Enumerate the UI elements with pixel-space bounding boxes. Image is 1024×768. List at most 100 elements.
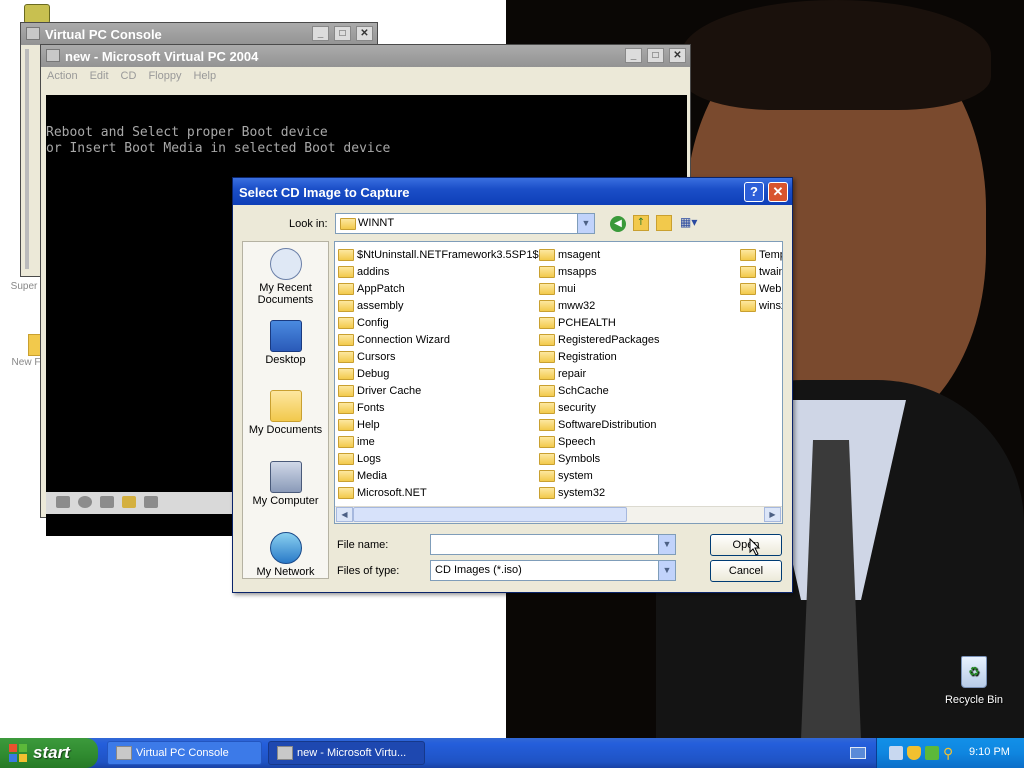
minimize-button[interactable]: _	[625, 48, 642, 63]
folder-item[interactable]: assembly	[338, 297, 539, 314]
folder-item[interactable]: PCHEALTH	[539, 314, 660, 331]
chevron-down-icon[interactable]: ▼	[658, 561, 675, 580]
folder-item[interactable]: Temp	[740, 246, 782, 263]
folder-item[interactable]: Debug	[338, 365, 539, 382]
folder-item[interactable]: Cursors	[338, 348, 539, 365]
folder-name: mui	[558, 282, 576, 295]
cancel-button[interactable]: Cancel	[710, 560, 782, 582]
folder-item[interactable]: Config	[338, 314, 539, 331]
folder-item[interactable]: AppPatch	[338, 280, 539, 297]
menu-floppy[interactable]: Floppy	[148, 70, 181, 87]
recycle-bin-label: Recycle Bin	[944, 694, 1004, 706]
folder-name: addins	[357, 265, 390, 278]
taskbar-item-vm-window[interactable]: new - Microsoft Virtu...	[268, 741, 425, 765]
minimize-button[interactable]: _	[312, 26, 329, 41]
recycle-bin[interactable]: ♻ Recycle Bin	[940, 656, 1008, 706]
select-cd-image-dialog[interactable]: Select CD Image to Capture ? ✕ Look in: …	[232, 177, 793, 593]
shared-folder-icon[interactable]	[122, 496, 136, 508]
network-icon[interactable]	[144, 496, 158, 508]
start-button[interactable]: start	[0, 738, 98, 768]
folder-item[interactable]: Connection Wizard	[338, 331, 539, 348]
folder-icon	[338, 401, 354, 414]
folder-icon	[338, 282, 354, 295]
place-my-network[interactable]: My Network	[243, 532, 328, 578]
folder-item[interactable]: system	[539, 467, 660, 484]
look-in-dropdown[interactable]: WINNT ▼	[335, 213, 595, 234]
floppy-icon[interactable]	[100, 496, 114, 508]
new-folder-icon[interactable]	[656, 215, 672, 231]
folder-item[interactable]: security	[539, 399, 660, 416]
help-button[interactable]: ?	[744, 182, 764, 202]
security-shield-icon[interactable]	[907, 746, 921, 760]
place-my-computer[interactable]: My Computer	[243, 461, 328, 507]
file-list[interactable]: $NtUninstall.NETFramework3.5SP1$ addins Ap…	[334, 241, 783, 524]
menu-edit[interactable]: Edit	[90, 70, 109, 87]
folder-item[interactable]: Symbols	[539, 450, 660, 467]
folder-item[interactable]: SoftwareDistribution	[539, 416, 660, 433]
folder-item[interactable]: RegisteredPackages	[539, 331, 660, 348]
folder-icon	[539, 418, 555, 431]
folder-icon	[740, 265, 756, 278]
folder-item[interactable]: msapps	[539, 263, 660, 280]
console-title-bar[interactable]: Virtual PC Console _ □ ✕	[21, 23, 377, 45]
scrollbar-thumb[interactable]	[353, 507, 627, 522]
dialog-title-bar[interactable]: Select CD Image to Capture ? ✕	[233, 178, 792, 205]
folder-item[interactable]: Web	[740, 280, 782, 297]
folder-item[interactable]: $NtUninstall.NETFramework3.5SP1$	[338, 246, 539, 263]
scroll-left-icon[interactable]: ◀	[336, 507, 353, 522]
back-icon[interactable]: ◀	[610, 216, 626, 232]
taskbar-item-virtual-pc-console[interactable]: Virtual PC Console	[107, 741, 262, 765]
place-recent-documents[interactable]: My Recent Documents	[243, 248, 328, 306]
close-button[interactable]: ✕	[356, 26, 373, 41]
menu-action[interactable]: Action	[47, 70, 78, 87]
view-menu-icon[interactable]: ▦▾	[680, 215, 704, 231]
file-name-input[interactable]: ▼	[430, 534, 676, 555]
folder-item[interactable]: Driver Cache	[338, 382, 539, 399]
place-label: My Recent Documents	[257, 282, 314, 306]
horizontal-scrollbar[interactable]: ◀ ▶	[335, 506, 782, 523]
folder-item[interactable]: msagent	[539, 246, 660, 263]
folder-item[interactable]: repair	[539, 365, 660, 382]
vm-title-bar[interactable]: new - Microsoft Virtual PC 2004 _ □ ✕	[41, 45, 690, 67]
cd-drive-icon[interactable]	[78, 496, 92, 508]
menu-cd[interactable]: CD	[121, 70, 137, 87]
folder-item[interactable]: system32	[539, 484, 660, 501]
search-icon[interactable]: ⚲	[943, 746, 957, 760]
folder-item[interactable]: addins	[338, 263, 539, 280]
scroll-right-icon[interactable]: ▶	[764, 507, 781, 522]
folder-item[interactable]: winsx	[740, 297, 782, 314]
open-button[interactable]: Open	[710, 534, 782, 556]
network-tray-icon[interactable]	[925, 746, 939, 760]
desktop-icon-super[interactable]: Super	[4, 280, 44, 292]
place-desktop[interactable]: Desktop	[243, 320, 328, 366]
chevron-down-icon[interactable]: ▼	[577, 214, 594, 233]
windows-flag-icon	[9, 744, 28, 762]
folder-item[interactable]: Speech	[539, 433, 660, 450]
folder-item[interactable]: Registration	[539, 348, 660, 365]
chevron-down-icon[interactable]: ▼	[658, 535, 675, 554]
folder-item[interactable]: Logs	[338, 450, 539, 467]
dialog-title: Select CD Image to Capture	[239, 185, 410, 200]
virtual-pc-tray-icon[interactable]	[889, 746, 903, 760]
folder-item[interactable]: Microsoft.NET	[338, 484, 539, 501]
folder-icon	[539, 299, 555, 312]
desktop[interactable]: Super New F ♻ Recycle Bin Virtual PC Con…	[0, 0, 1024, 738]
maximize-button[interactable]: □	[334, 26, 351, 41]
maximize-button[interactable]: □	[647, 48, 664, 63]
close-button[interactable]: ✕	[669, 48, 686, 63]
files-of-type-dropdown[interactable]: CD Images (*.iso) ▼	[430, 560, 676, 581]
folder-item[interactable]: Fonts	[338, 399, 539, 416]
folder-item[interactable]: twain	[740, 263, 782, 280]
folder-item[interactable]: ime	[338, 433, 539, 450]
dialog-close-button[interactable]: ✕	[768, 182, 788, 202]
menu-help[interactable]: Help	[193, 70, 216, 87]
folder-item[interactable]: SchCache	[539, 382, 660, 399]
place-my-documents[interactable]: My Documents	[243, 390, 328, 436]
folder-item[interactable]: mui	[539, 280, 660, 297]
folder-item[interactable]: mww32	[539, 297, 660, 314]
up-folder-icon[interactable]: ↑	[633, 215, 649, 231]
hard-disk-icon[interactable]	[56, 496, 70, 508]
folder-item[interactable]: Help	[338, 416, 539, 433]
folder-item[interactable]: Media	[338, 467, 539, 484]
keyboard-icon[interactable]	[850, 747, 866, 759]
